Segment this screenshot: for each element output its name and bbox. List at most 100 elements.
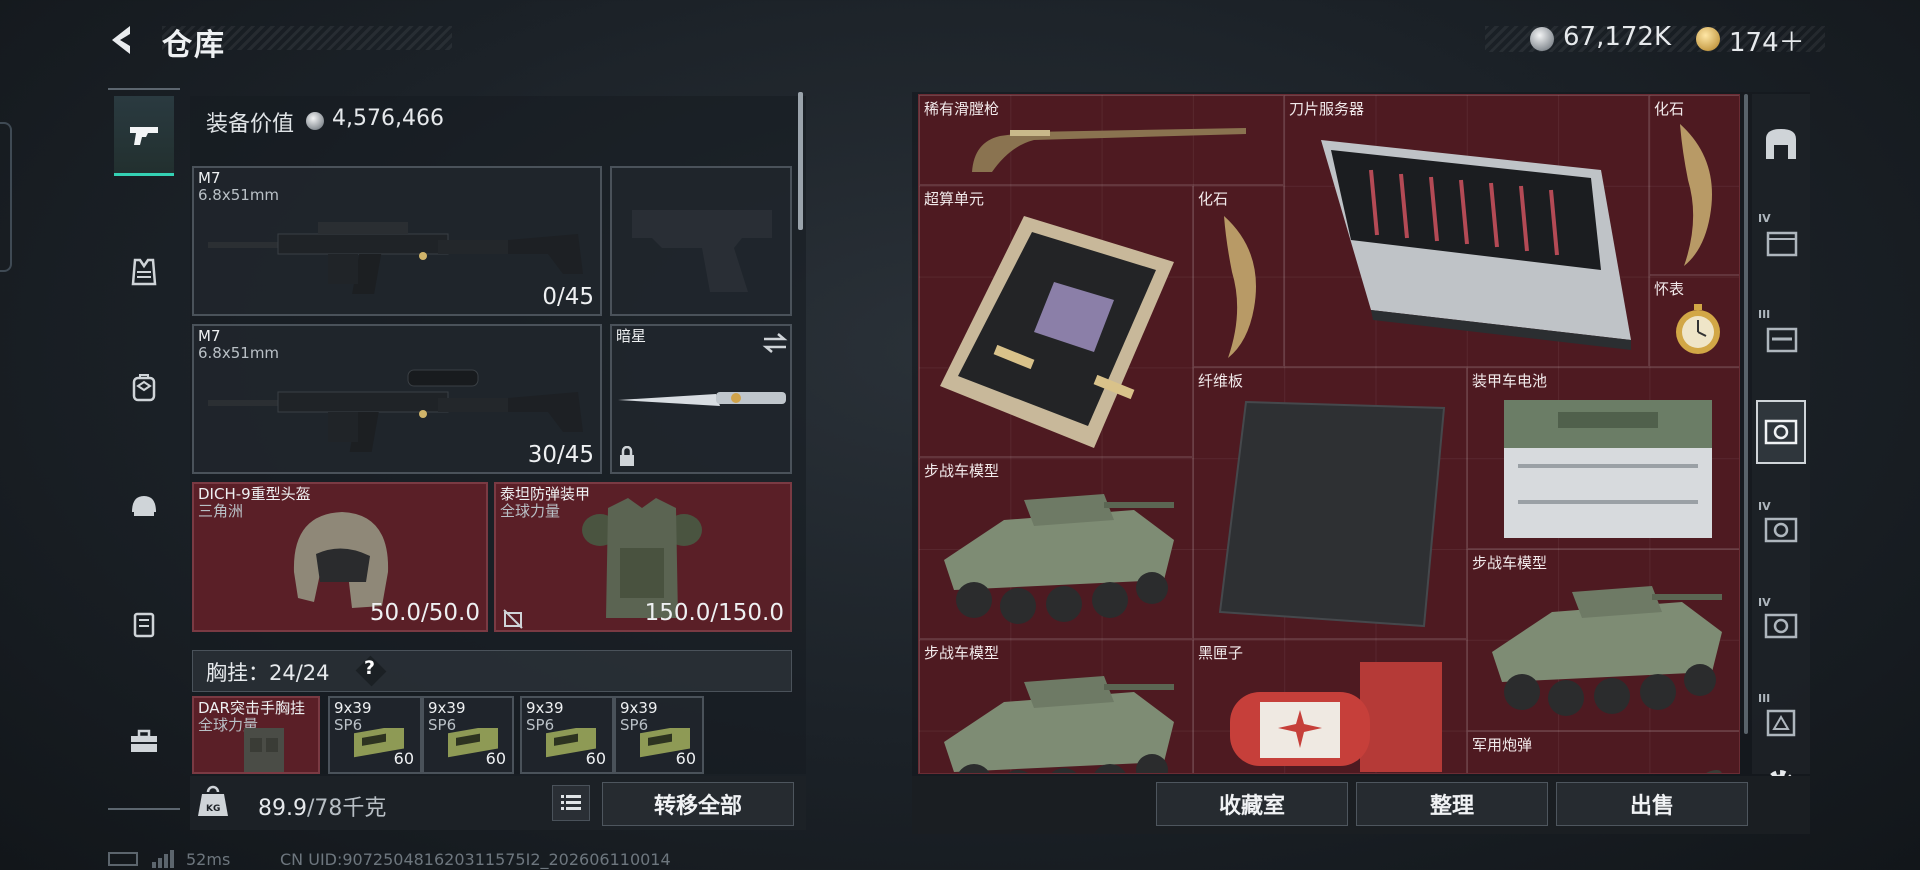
rifle-rack-icon: [1766, 327, 1798, 353]
page-title: 仓库: [162, 28, 226, 63]
ammo-slot[interactable]: 9x39 SP6 60: [328, 696, 422, 774]
loadout-scrollbar[interactable]: [798, 92, 803, 230]
signal-icon: [150, 850, 176, 868]
ammo-count: 30/45: [527, 442, 594, 468]
stash-item[interactable]: 纤维板: [1193, 367, 1467, 639]
pistol-silhouette-icon: [632, 210, 772, 292]
rail-tab-helmet[interactable]: [114, 466, 174, 546]
lock-icon: [620, 446, 634, 466]
stash-item[interactable]: 步战车模型: [919, 639, 1193, 773]
ammo-caliber: 9x39: [620, 699, 658, 717]
ammo-slot[interactable]: 9x39 SP6 60: [614, 696, 704, 774]
stash-item[interactable]: 步战车模型: [919, 457, 1193, 639]
item-name: 步战车模型: [1472, 554, 1548, 572]
melee-slot[interactable]: 暗星: [610, 324, 792, 474]
swap-arrows-icon[interactable]: [762, 332, 788, 354]
armor-slot[interactable]: 泰坦防弹装甲 全球力量 150.0/150.0: [494, 482, 792, 632]
black-box-icon: [1230, 662, 1442, 772]
item-name: 化石: [1198, 190, 1229, 208]
armor-name: 泰坦防弹装甲: [500, 485, 591, 503]
ammo-slot[interactable]: 9x39 SP6 60: [422, 696, 514, 774]
stash-page-4c[interactable]: IV: [1756, 592, 1806, 656]
stash-item[interactable]: 化石: [1649, 95, 1739, 275]
help-icon[interactable]: ?: [364, 657, 375, 679]
back-arrow-icon[interactable]: [104, 20, 144, 60]
ifv-model-icon: [944, 676, 1174, 773]
item-name: 装甲车电池: [1472, 372, 1548, 390]
stash-grid[interactable]: 稀有滑膛枪 刀片服务器 化石 超算单元 化石 怀表 纤维板 装甲车电池 步战车模…: [918, 94, 1740, 774]
sort-button[interactable]: 整理: [1356, 782, 1548, 826]
silver-coin-icon: [306, 112, 324, 130]
tier-label: IV: [1758, 500, 1771, 513]
ammo-slot[interactable]: 9x39 SP6 60: [520, 696, 614, 774]
rail-tab-toolbox[interactable]: [114, 702, 174, 782]
camera-case-icon: [1764, 419, 1798, 445]
armor-vest-icon: [131, 258, 157, 286]
stash-item[interactable]: 化石: [1193, 185, 1284, 367]
stash-item[interactable]: 稀有滑膛枪: [919, 95, 1284, 185]
primary-weapon-slot[interactable]: M7 6.8x51mm 0/45: [192, 166, 602, 316]
pistol-icon: [130, 126, 158, 145]
rig-item-icon: [244, 728, 284, 772]
stash-item[interactable]: 装甲车电池: [1467, 367, 1739, 549]
stash-page-4b[interactable]: IV: [1756, 496, 1806, 560]
armor-faction: 全球力量: [500, 502, 561, 520]
blade-server-icon: [1321, 140, 1631, 350]
item-name: 纤维板: [1198, 372, 1244, 390]
chest-rig-slot[interactable]: DAR突击手胸挂 全球力量: [192, 696, 320, 774]
stash-page-3[interactable]: III: [1756, 304, 1806, 368]
ammo-stack-count: 60: [585, 749, 606, 768]
tier-label: III: [1758, 692, 1771, 705]
stash-page-4[interactable]: IV: [1756, 208, 1806, 272]
ping-readout: 52ms: [186, 850, 231, 869]
list-view-icon[interactable]: [552, 785, 590, 821]
helmet-slot[interactable]: DICH-9重型头盔 三角洲 50.0/50.0: [192, 482, 488, 632]
rail-tab-weapons[interactable]: [114, 96, 174, 176]
knife-icon: [618, 392, 786, 406]
stash-page-active[interactable]: [1756, 400, 1806, 464]
carry-weight-current: 89.9: [258, 796, 307, 821]
secondary-weapon-slot[interactable]: M7 6.8x51mm 30/45: [192, 324, 602, 474]
item-name: 军用炮弹: [1472, 736, 1533, 754]
rail-bottom-divider: [108, 808, 180, 810]
stash-page-main[interactable]: [1756, 112, 1806, 176]
fiber-board-icon: [1218, 400, 1446, 628]
ammo-caliber: 9x39: [526, 699, 564, 717]
no-repair-icon: [503, 609, 523, 629]
carry-weight-capacity: /78千克: [306, 796, 387, 821]
svg-text:KG: KG: [206, 804, 220, 814]
item-name: 化石: [1654, 100, 1685, 118]
stash-item[interactable]: 军用炮弹: [1467, 731, 1739, 773]
transfer-all-button[interactable]: 转移全部: [602, 782, 794, 826]
stash-item[interactable]: 步战车模型: [1467, 549, 1739, 731]
stash-item[interactable]: 刀片服务器: [1284, 95, 1649, 367]
gold-currency-value[interactable]: 174＋: [1729, 22, 1805, 59]
equipment-value-label: 装备价值: [206, 112, 295, 137]
rail-tab-container[interactable]: [114, 584, 174, 664]
collection-room-button[interactable]: 收藏室: [1156, 782, 1348, 826]
rail-tab-armor[interactable]: [114, 232, 174, 312]
sell-button[interactable]: 出售: [1556, 782, 1748, 826]
tier-label: IV: [1758, 212, 1771, 225]
stash-item[interactable]: 超算单元: [919, 185, 1193, 457]
weapon-caliber: 6.8x51mm: [198, 186, 280, 204]
silver-currency-value: 67,172K: [1563, 22, 1672, 52]
sidearm-slot-empty[interactable]: [610, 166, 792, 316]
player-uid: CN UID:907250481620311575I2_202606110014: [280, 850, 671, 869]
backpack-icon: [132, 374, 156, 402]
carry-weight: 89.9/78千克: [258, 790, 386, 822]
rig-name: DAR突击手胸挂: [198, 699, 305, 717]
helmet-icon: [132, 496, 156, 516]
ammo-stack-count: 60: [393, 749, 414, 768]
item-name: 黑匣子: [1198, 644, 1244, 662]
weapon-name: M7: [198, 327, 221, 345]
side-drawer-tab[interactable]: [0, 122, 12, 272]
rail-tab-backpack[interactable]: [114, 348, 174, 428]
ifv-model-icon: [944, 494, 1174, 624]
stash-item[interactable]: 黑匣子: [1193, 639, 1467, 773]
camera-case-icon: [1764, 517, 1798, 543]
stash-scrollbar[interactable]: [1744, 94, 1748, 734]
item-name: 步战车模型: [924, 644, 1000, 662]
stash-page-3b[interactable]: III: [1756, 688, 1806, 752]
stash-item[interactable]: 怀表: [1649, 275, 1739, 367]
